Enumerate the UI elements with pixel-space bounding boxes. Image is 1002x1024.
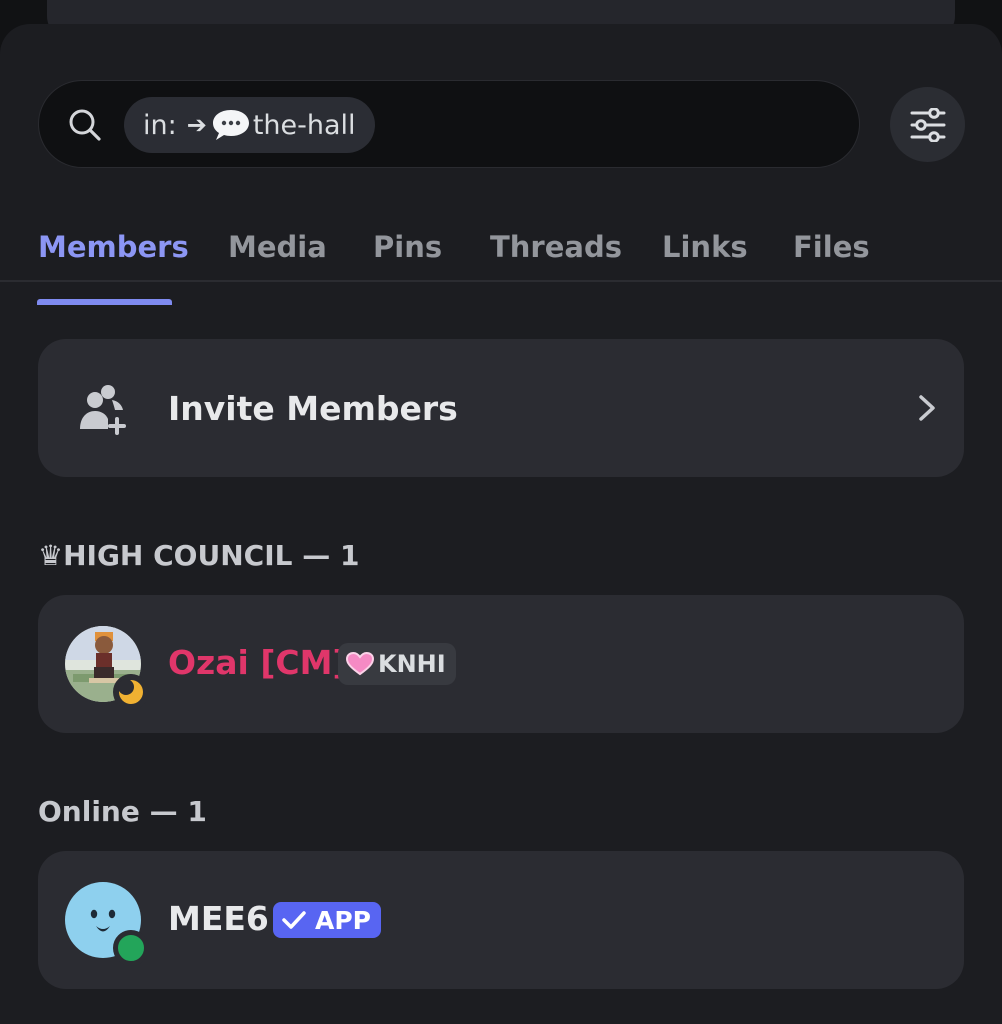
filter-button[interactable] [890,87,965,162]
tab-files[interactable]: Files [793,230,870,264]
active-tab-indicator [37,299,172,305]
pink-heart-icon [346,652,374,676]
add-member-icon [80,385,126,435]
app-badge-label: APP [315,905,371,935]
role-section-header: ♛HIGH COUNCIL — 1 [38,539,360,572]
channel-name: the-hall [252,109,356,141]
tab-media[interactable]: Media [228,230,327,264]
app-badge: APP [273,902,381,938]
speech-bubble-icon [212,110,249,140]
scope-arrow: ➔ [186,111,207,139]
role-tag-label: KNHI [378,650,446,678]
tab-links[interactable]: Links [662,230,748,264]
invite-members-label: Invite Members [168,389,458,428]
member-name: Ozai [CM] [168,643,348,682]
member-row[interactable]: Ozai [CM] KNHI [38,595,964,733]
checkmark-icon [282,911,306,929]
channel-scope-chip[interactable]: in: ➔ the-hall [124,97,375,153]
tab-pins[interactable]: Pins [373,230,442,264]
avatar [65,882,149,966]
search-icon [69,109,101,141]
tab-threads[interactable]: Threads [490,230,622,264]
avatar [65,626,149,710]
idle-status-icon [113,674,149,710]
tabs-divider [0,280,1002,282]
sliders-icon [910,107,945,142]
online-section-header: Online — 1 [38,795,207,828]
member-name: MEE6 [168,899,269,938]
member-row[interactable]: MEE6 APP [38,851,964,989]
search-panel: in: ➔ the-hall Members Media Pins Thread… [0,24,1002,1024]
chevron-right-icon [919,395,935,421]
tab-members[interactable]: Members [38,230,189,264]
online-status-icon [113,930,149,966]
role-tag: KNHI [338,643,456,685]
scope-prefix: in: [143,109,177,141]
search-bar[interactable]: in: ➔ the-hall [38,80,860,168]
tab-bar: Members Media Pins Threads Links Files [0,200,1002,305]
invite-members-button[interactable]: Invite Members [38,339,964,477]
